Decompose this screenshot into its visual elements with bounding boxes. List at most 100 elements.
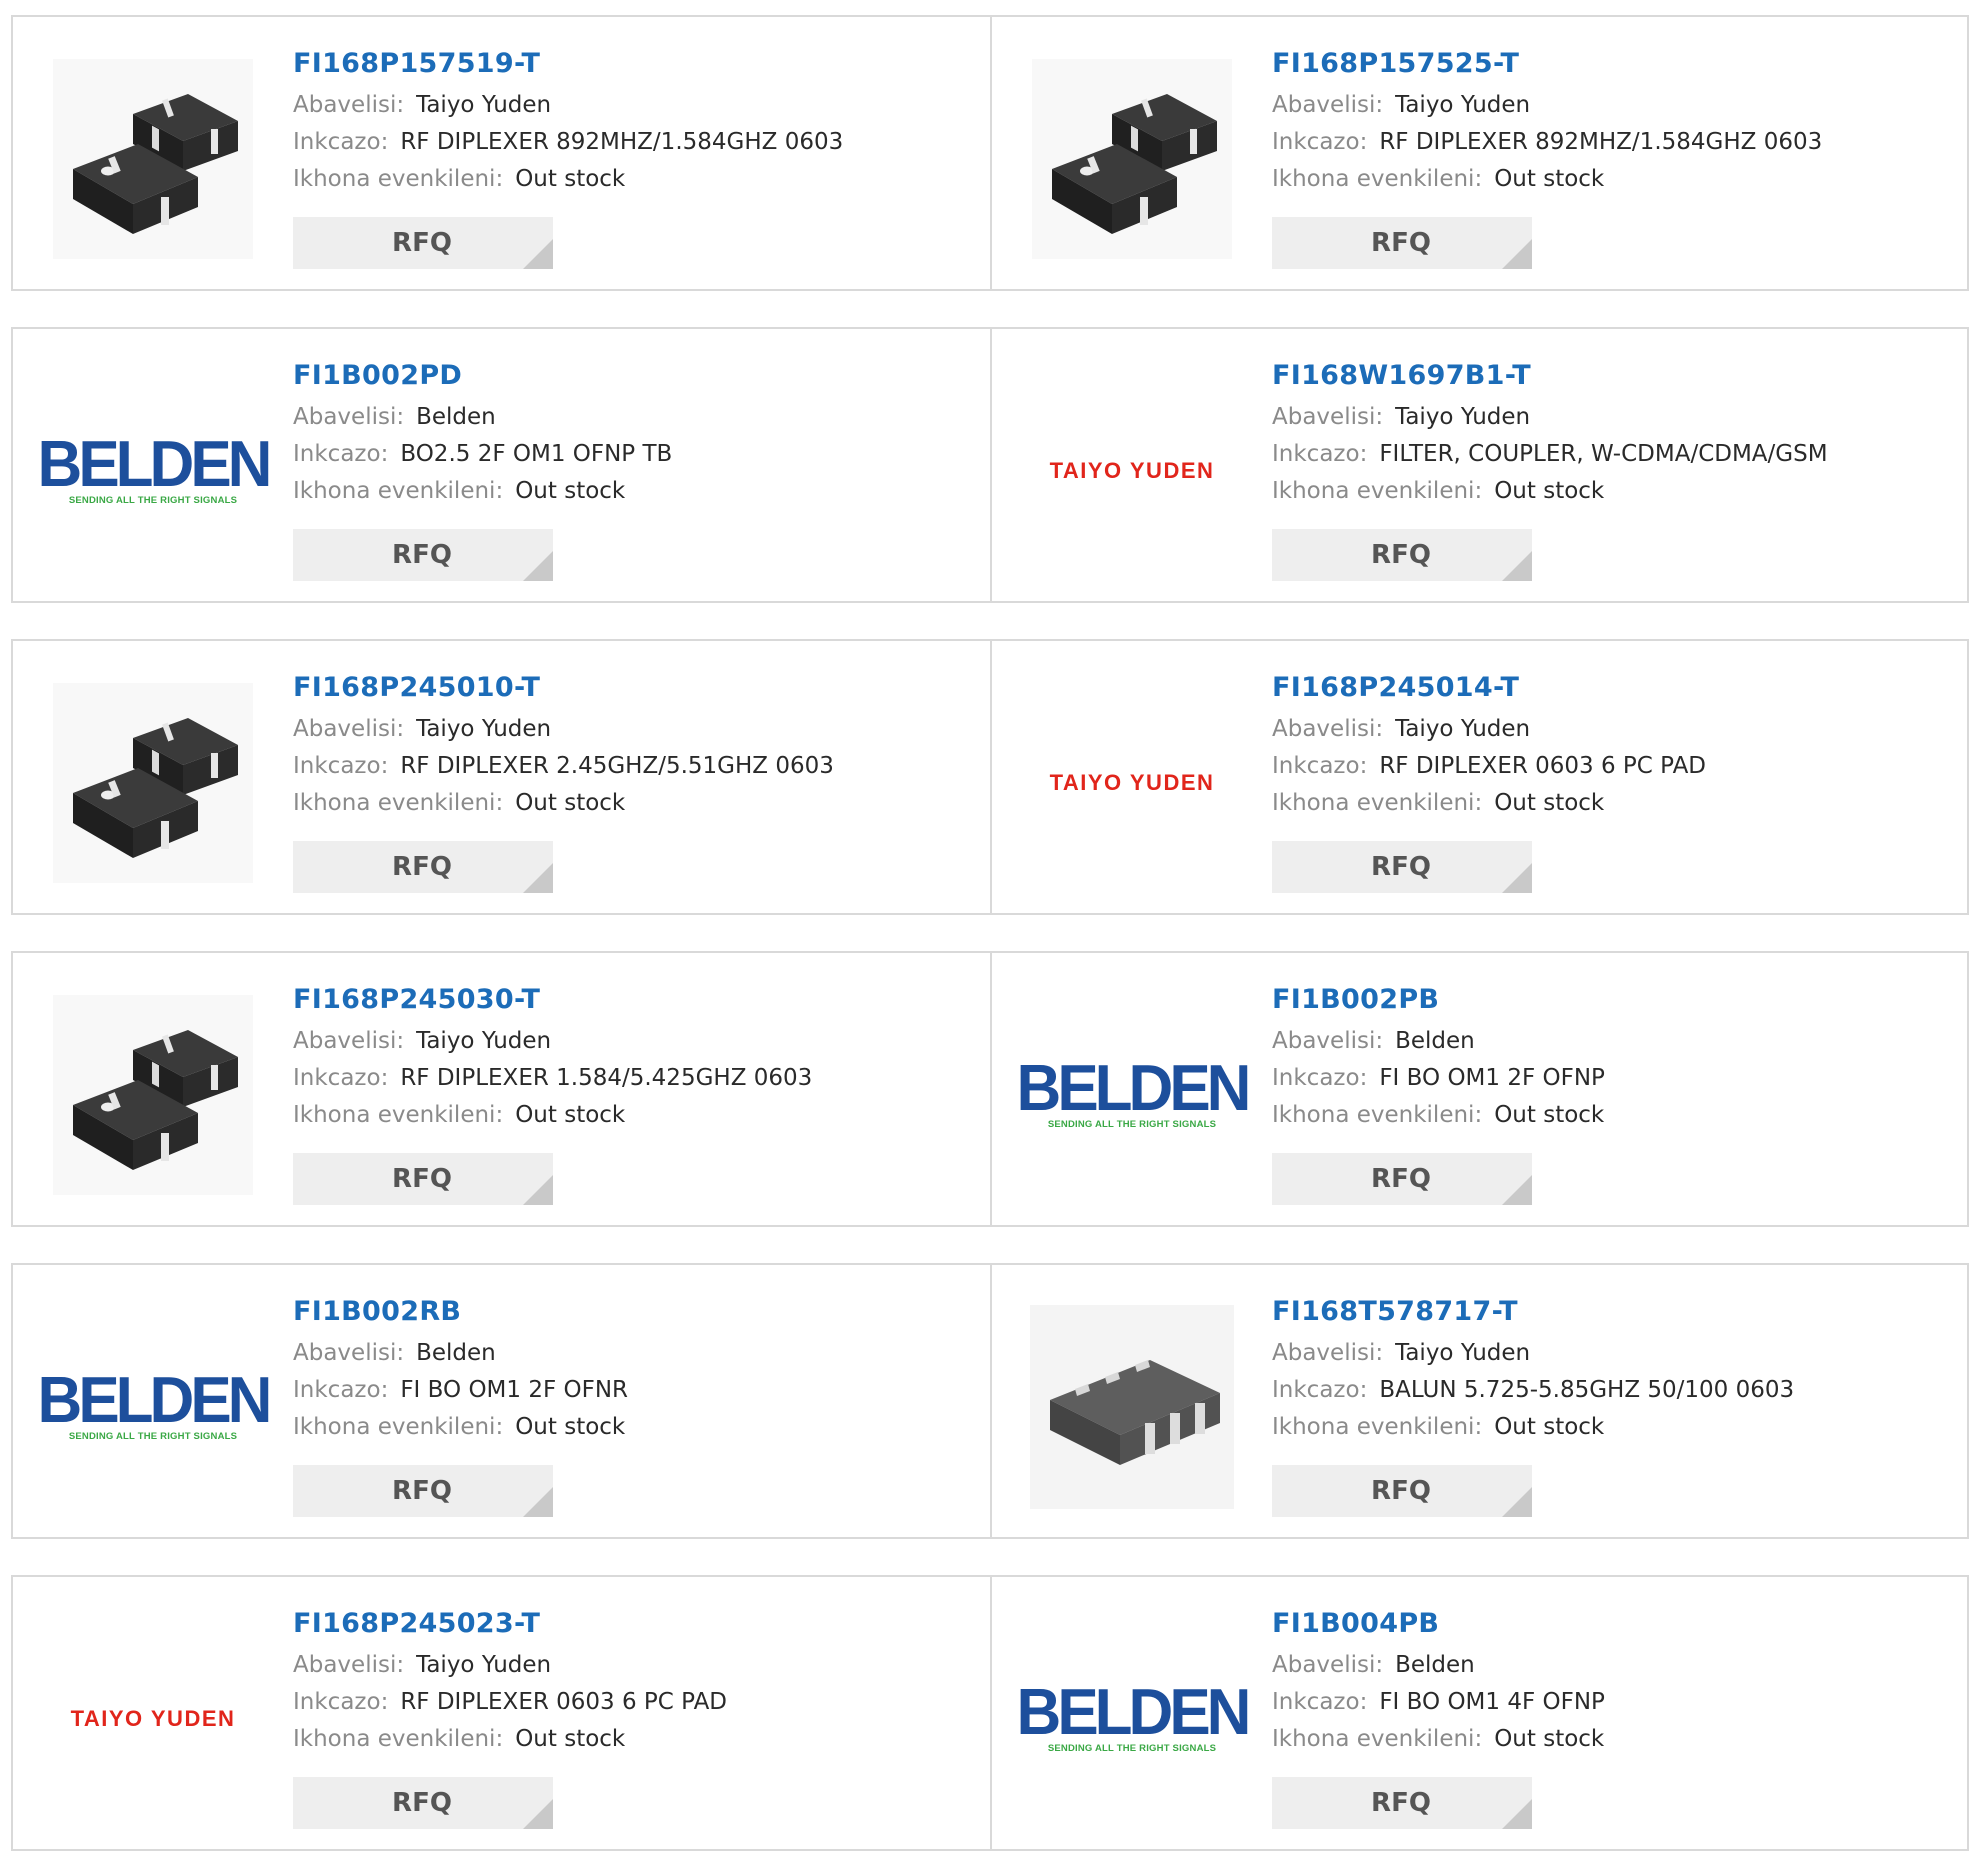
description-row: Inkcazo: FILTER, COUPLER, W-CDMA/CDMA/GSM xyxy=(1272,436,1828,473)
product-thumbnail[interactable]: TAIYO YUDEN xyxy=(1030,369,1234,573)
description-label: Inkcazo: xyxy=(1272,753,1368,779)
description-value: FI BO OM1 2F OFNP xyxy=(1379,1065,1605,1091)
product-card: FI168P157519-T Abavelisi: Taiyo Yuden Ink… xyxy=(13,17,990,289)
manufacturer-value: Taiyo Yuden xyxy=(416,1652,552,1678)
product-thumbnail[interactable]: BELDEN SENDING ALL THE RIGHT SIGNALS xyxy=(38,369,273,573)
product-thumbnail[interactable]: TAIYO YUDEN xyxy=(51,1617,255,1821)
product-thumbnail[interactable]: TAIYO YUDEN xyxy=(1030,681,1234,885)
balun-chip-svg xyxy=(1030,1305,1234,1509)
manufacturer-row: Abavelisi: Taiyo Yuden xyxy=(293,87,843,124)
rfq-button[interactable]: RFQ xyxy=(1272,1777,1532,1829)
product-thumbnail[interactable] xyxy=(51,57,255,261)
rfq-button[interactable]: RFQ xyxy=(1272,217,1532,269)
part-number-link[interactable]: FI1B002PD xyxy=(293,359,672,399)
part-number-link[interactable]: FI1B004PB xyxy=(1272,1607,1605,1647)
rfq-button[interactable]: RFQ xyxy=(293,217,553,269)
description-value: BALUN 5.725-5.85GHZ 50/100 0603 xyxy=(1379,1377,1795,1403)
manufacturer-row: Abavelisi: Taiyo Yuden xyxy=(1272,399,1828,436)
manufacturer-value: Taiyo Yuden xyxy=(416,1028,552,1054)
stock-label: Ikhona evenkileni: xyxy=(293,790,504,816)
part-number-link[interactable]: FI1B002RB xyxy=(293,1295,628,1335)
rfq-button[interactable]: RFQ xyxy=(1272,529,1532,581)
product-thumbnail[interactable] xyxy=(1030,1305,1234,1509)
rfq-button-label: RFQ xyxy=(1371,1788,1431,1818)
rfq-button[interactable]: RFQ xyxy=(293,1153,553,1205)
part-number-link[interactable]: FI168P245014-T xyxy=(1272,671,1706,711)
diplexer-chip-svg xyxy=(53,683,253,883)
product-card: TAIYO YUDEN FI168P245023-T Abavelisi: Tai… xyxy=(13,1577,990,1849)
product-row: TAIYO YUDEN FI168P245023-T Abavelisi: Tai… xyxy=(11,1575,1969,1851)
product-thumbnail[interactable] xyxy=(51,993,255,1197)
part-number-link[interactable]: FI168T578717-T xyxy=(1272,1295,1794,1335)
manufacturer-row: Abavelisi: Taiyo Yuden xyxy=(293,1647,727,1684)
part-number-link[interactable]: FI168P245030-T xyxy=(293,983,812,1023)
rfq-corner-icon xyxy=(523,551,553,581)
manufacturer-label: Abavelisi: xyxy=(1272,404,1384,430)
stock-value: Out stock xyxy=(515,478,626,504)
taiyo-yuden-logo: TAIYO YUDEN xyxy=(1049,458,1215,483)
part-number-link[interactable]: FI168P157525-T xyxy=(1272,47,1822,87)
product-card: FI168P157525-T Abavelisi: Taiyo Yuden Ink… xyxy=(992,17,1969,289)
part-number-link[interactable]: FI168W1697B1-T xyxy=(1272,359,1828,399)
manufacturer-value: Taiyo Yuden xyxy=(416,92,552,118)
stock-row: Ikhona evenkileni: Out stock xyxy=(293,473,672,510)
stock-label: Ikhona evenkileni: xyxy=(1272,1414,1483,1440)
rfq-button-label: RFQ xyxy=(392,852,452,882)
description-value: FI BO OM1 4F OFNP xyxy=(1379,1689,1605,1715)
product-thumbnail[interactable] xyxy=(51,681,255,885)
stock-value: Out stock xyxy=(1494,478,1605,504)
stock-row: Ikhona evenkileni: Out stock xyxy=(293,1409,628,1446)
stock-value: Out stock xyxy=(515,1102,626,1128)
part-number-link[interactable]: FI168P245010-T xyxy=(293,671,834,711)
description-value: RF DIPLEXER 0603 6 PC PAD xyxy=(400,1689,728,1715)
part-number-link[interactable]: FI1B002PB xyxy=(1272,983,1605,1023)
manufacturer-label: Abavelisi: xyxy=(1272,1340,1384,1366)
rfq-button[interactable]: RFQ xyxy=(293,1465,553,1517)
rfq-button-label: RFQ xyxy=(392,228,452,258)
rfq-button[interactable]: RFQ xyxy=(1272,841,1532,893)
diplexer-chip-svg xyxy=(53,995,253,1195)
rfq-button[interactable]: RFQ xyxy=(1272,1153,1532,1205)
stock-value: Out stock xyxy=(1494,790,1605,816)
stock-row: Ikhona evenkileni: Out stock xyxy=(293,161,843,198)
manufacturer-label: Abavelisi: xyxy=(1272,716,1384,742)
product-thumbnail[interactable]: BELDEN SENDING ALL THE RIGHT SIGNALS xyxy=(1017,1617,1252,1821)
rfq-button-label: RFQ xyxy=(1371,852,1431,882)
manufacturer-label: Abavelisi: xyxy=(293,404,405,430)
description-label: Inkcazo: xyxy=(293,441,389,467)
product-card: TAIYO YUDEN FI168P245014-T Abavelisi: Tai… xyxy=(992,641,1969,913)
manufacturer-label: Abavelisi: xyxy=(293,716,405,742)
diplexer-chip-svg xyxy=(1032,59,1232,259)
product-info: FI168P157519-T Abavelisi: Taiyo Yuden Ink… xyxy=(293,47,843,198)
product-card: TAIYO YUDEN FI168W1697B1-T Abavelisi: Tai… xyxy=(992,329,1969,601)
product-thumbnail[interactable]: BELDEN SENDING ALL THE RIGHT SIGNALS xyxy=(38,1305,273,1509)
product-thumbnail[interactable]: BELDEN SENDING ALL THE RIGHT SIGNALS xyxy=(1017,993,1252,1197)
product-info: FI168P245010-T Abavelisi: Taiyo Yuden Ink… xyxy=(293,671,834,822)
manufacturer-label: Abavelisi: xyxy=(293,1340,405,1366)
manufacturer-value: Taiyo Yuden xyxy=(1395,1340,1531,1366)
manufacturer-label: Abavelisi: xyxy=(1272,1028,1384,1054)
stock-value: Out stock xyxy=(515,166,626,192)
belden-logo: BELDEN SENDING ALL THE RIGHT SIGNALS xyxy=(38,431,273,505)
description-label: Inkcazo: xyxy=(293,1065,389,1091)
rfq-button[interactable]: RFQ xyxy=(293,841,553,893)
manufacturer-label: Abavelisi: xyxy=(293,1652,405,1678)
stock-label: Ikhona evenkileni: xyxy=(293,1726,504,1752)
stock-row: Ikhona evenkileni: Out stock xyxy=(1272,785,1706,822)
description-value: FI BO OM1 2F OFNR xyxy=(400,1377,629,1403)
product-card: BELDEN SENDING ALL THE RIGHT SIGNALS FI1… xyxy=(992,1577,1969,1849)
rfq-button[interactable]: RFQ xyxy=(1272,1465,1532,1517)
stock-row: Ikhona evenkileni: Out stock xyxy=(1272,1097,1605,1134)
rfq-button[interactable]: RFQ xyxy=(293,1777,553,1829)
description-value: BO2.5 2F OM1 OFNP TB xyxy=(400,441,673,467)
product-card: FI168P245010-T Abavelisi: Taiyo Yuden Ink… xyxy=(13,641,990,913)
part-number-link[interactable]: FI168P245023-T xyxy=(293,1607,727,1647)
belden-logo: BELDEN SENDING ALL THE RIGHT SIGNALS xyxy=(1017,1055,1252,1129)
product-thumbnail[interactable] xyxy=(1030,57,1234,261)
description-row: Inkcazo: FI BO OM1 4F OFNP xyxy=(1272,1684,1605,1721)
rfq-button[interactable]: RFQ xyxy=(293,529,553,581)
rfq-button-label: RFQ xyxy=(392,1788,452,1818)
rfq-corner-icon xyxy=(1502,1487,1532,1517)
part-number-link[interactable]: FI168P157519-T xyxy=(293,47,843,87)
product-info: FI1B002RB Abavelisi: Belden Inkcazo: FI BO… xyxy=(293,1295,628,1446)
